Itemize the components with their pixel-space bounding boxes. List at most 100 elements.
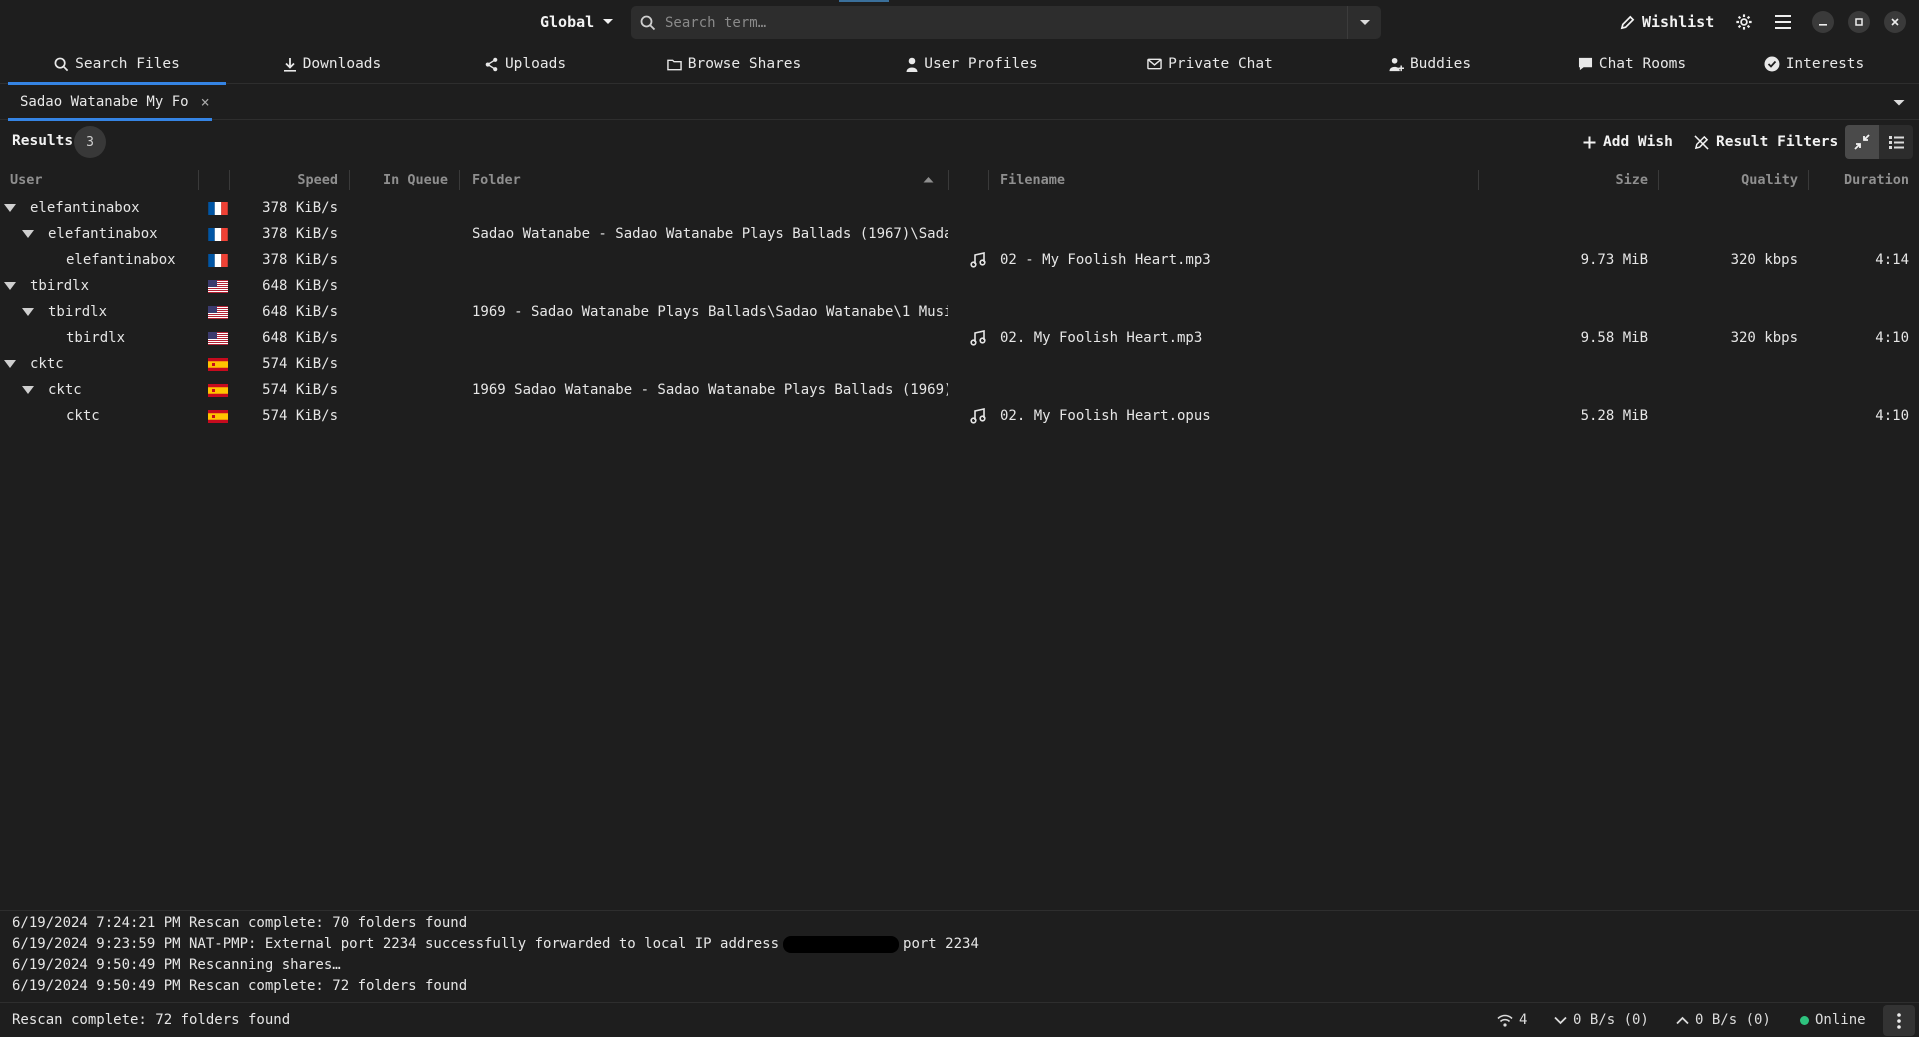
tab-search-files[interactable]: Search Files <box>8 44 226 85</box>
upload-rate-indicator[interactable]: 0 B/s (0) <box>1676 1012 1771 1028</box>
expander-arrow-icon[interactable] <box>4 204 16 212</box>
column-separator <box>1658 170 1659 190</box>
column-separator <box>1808 170 1809 190</box>
column-header-speed[interactable]: Speed <box>230 168 338 192</box>
download-rate-indicator[interactable]: 0 B/s (0) <box>1554 1012 1649 1028</box>
expander-arrow-icon[interactable] <box>4 360 16 368</box>
table-row[interactable]: tbirdlx 648 KiB/s 1969 - Sadao Watanabe … <box>0 299 1919 325</box>
chevron-down-icon <box>1359 19 1370 25</box>
wishlist-button[interactable]: Wishlist <box>1620 7 1714 37</box>
row-quality <box>1660 403 1798 429</box>
app-window: Global Wishlist <box>0 0 1919 1037</box>
column-header-folder[interactable]: Folder <box>472 168 521 192</box>
column-header-duration[interactable]: Duration <box>1810 168 1909 192</box>
tab-private-chat[interactable]: Private Chat <box>1110 44 1310 84</box>
result-filters-button[interactable]: Result Filters <box>1694 127 1838 157</box>
row-speed: 378 KiB/s <box>262 226 338 242</box>
column-separator <box>948 170 949 190</box>
search-tab-label: Sadao Watanabe My Fo <box>20 94 189 110</box>
column-header-filename[interactable]: Filename <box>1000 168 1065 192</box>
chevron-down-icon <box>1554 1016 1567 1024</box>
column-header-in-queue[interactable]: In Queue <box>350 168 448 192</box>
close-icon <box>1891 18 1899 26</box>
tab-label: User Profiles <box>924 56 1038 72</box>
plus-icon <box>1583 136 1596 148</box>
row-size: 5.28 MiB <box>1580 408 1648 424</box>
connections-count: 4 <box>1519 1012 1528 1028</box>
table-row[interactable]: tbirdlx 648 KiB/s 02. My Foolish Heart.m… <box>0 325 1919 351</box>
tab-interests[interactable]: Interests <box>1740 44 1888 84</box>
collapse-all-toggle[interactable] <box>1845 125 1879 159</box>
expander-arrow-icon[interactable] <box>4 282 16 290</box>
results-label: Results <box>12 133 74 149</box>
flag-spain-icon <box>208 358 228 371</box>
online-status-dot <box>1800 1015 1809 1025</box>
tab-label: Interests <box>1785 56 1865 72</box>
log-line: 6/19/2024 9:23:59 PM NAT-PMP: External p… <box>0 934 1919 955</box>
vertical-ellipsis-icon <box>1897 1012 1901 1029</box>
minimize-icon <box>1819 24 1827 26</box>
search-field[interactable] <box>631 6 1381 39</box>
log-line: 6/19/2024 9:50:49 PM Rescanning shares… <box>0 955 1919 976</box>
row-user: cktc <box>66 408 100 424</box>
minimize-button[interactable] <box>1812 11 1834 33</box>
tab-label: Private Chat <box>1168 56 1273 72</box>
add-wish-button[interactable]: Add Wish <box>1583 127 1673 157</box>
row-folder: 1969 Sadao Watanabe - Sadao Watanabe Pla… <box>472 382 948 398</box>
flag-usa-icon <box>208 280 228 293</box>
chevron-down-icon <box>1893 100 1905 106</box>
table-row[interactable]: elefantinabox 378 KiB/s 02 - My Foolish … <box>0 247 1919 273</box>
tab-label: Buddies <box>1409 56 1472 72</box>
log-panel[interactable]: 6/19/2024 7:24:21 PM Rescan complete: 70… <box>0 910 1919 1002</box>
row-user: tbirdlx <box>48 304 108 320</box>
search-history-dropdown[interactable] <box>1347 6 1381 39</box>
search-tab[interactable]: Sadao Watanabe My Fo × <box>8 84 212 121</box>
mail-icon <box>1147 58 1162 70</box>
online-status-toggle[interactable]: Online <box>1800 1012 1866 1028</box>
expander-arrow-icon[interactable] <box>22 386 34 394</box>
flag-france-icon <box>208 202 228 215</box>
tab-user-profiles[interactable]: User Profiles <box>872 44 1072 84</box>
close-tab-icon[interactable]: × <box>201 93 210 111</box>
row-filename: 02 - My Foolish Heart.mp3 <box>1000 252 1211 268</box>
tab-browse-shares[interactable]: Browse Shares <box>634 44 834 84</box>
list-view-toggle[interactable] <box>1879 125 1913 159</box>
maximize-button[interactable] <box>1848 11 1870 33</box>
flag-france-icon <box>208 254 228 267</box>
tab-chat-rooms[interactable]: Chat Rooms <box>1532 44 1732 84</box>
add-wish-label: Add Wish <box>1603 134 1673 150</box>
expander-arrow-icon[interactable] <box>22 308 34 316</box>
column-separator <box>198 170 199 190</box>
tab-downloads[interactable]: Downloads <box>232 44 432 84</box>
table-row[interactable]: elefantinabox 378 KiB/s <box>0 195 1919 221</box>
row-size: 9.58 MiB <box>1580 330 1648 346</box>
column-separator <box>459 170 460 190</box>
column-header-quality[interactable]: Quality <box>1660 168 1798 192</box>
table-row[interactable]: tbirdlx 648 KiB/s <box>0 273 1919 299</box>
status-menu-button[interactable] <box>1883 1005 1915 1036</box>
flag-spain-icon <box>208 384 228 397</box>
table-row[interactable]: elefantinabox 378 KiB/s Sadao Watanabe -… <box>0 221 1919 247</box>
expander-arrow-icon[interactable] <box>22 230 34 238</box>
table-row[interactable]: cktc 574 KiB/s 1969 Sadao Watanabe - Sad… <box>0 377 1919 403</box>
flag-usa-icon <box>208 332 228 345</box>
tab-label: Search Files <box>75 56 180 72</box>
search-scope-dropdown[interactable]: Global <box>540 7 614 37</box>
preferences-button[interactable] <box>1729 7 1759 37</box>
search-input[interactable] <box>665 14 1347 31</box>
connections-indicator[interactable]: 4 <box>1497 1012 1527 1028</box>
column-header-size[interactable]: Size <box>1480 168 1648 192</box>
column-header-user[interactable]: User <box>10 168 43 192</box>
row-speed: 574 KiB/s <box>262 408 338 424</box>
tab-uploads[interactable]: Uploads <box>432 44 618 84</box>
close-window-button[interactable] <box>1884 11 1906 33</box>
main-menu-button[interactable] <box>1768 7 1798 37</box>
log-line: 6/19/2024 7:24:21 PM Rescan complete: 70… <box>0 913 1919 934</box>
music-note-icon <box>970 408 986 424</box>
table-row[interactable]: cktc 574 KiB/s <box>0 351 1919 377</box>
filter-off-icon <box>1694 134 1709 150</box>
table-row[interactable]: cktc 574 KiB/s 02. My Foolish Heart.opus… <box>0 403 1919 429</box>
tabs-menu-button[interactable] <box>1889 93 1909 113</box>
gear-icon <box>1736 14 1752 30</box>
tab-buddies[interactable]: Buddies <box>1330 44 1530 84</box>
